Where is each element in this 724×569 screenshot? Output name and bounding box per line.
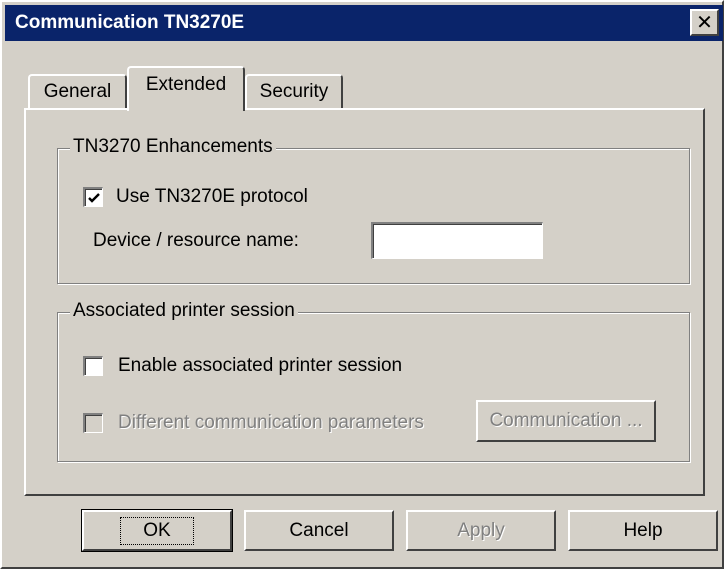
checkmark-icon: [87, 192, 100, 203]
tab-security[interactable]: Security: [245, 74, 343, 108]
enable-printer-label: Enable associated printer session: [118, 355, 403, 376]
group-tn3270-enhancements-label: TN3270 Enhancements: [70, 136, 276, 158]
enable-printer-checkbox[interactable]: [83, 356, 103, 376]
enable-printer-row[interactable]: Enable associated printer session: [83, 355, 402, 377]
help-button-label: Help: [623, 519, 663, 541]
group-associated-printer-label: Associated printer session: [70, 300, 298, 322]
ok-button[interactable]: OK: [81, 509, 233, 552]
use-tn3270e-checkbox[interactable]: [83, 187, 103, 207]
different-params-label: Different communication parameters: [118, 412, 424, 433]
use-tn3270e-row[interactable]: Use TN3270E protocol: [83, 186, 308, 208]
help-button[interactable]: Help: [568, 510, 718, 551]
tab-extended[interactable]: Extended: [127, 66, 245, 111]
different-params-row[interactable]: Different communication parameters: [83, 412, 424, 434]
dialog-window: Communication TN3270E ✕ General Extended…: [0, 0, 724, 569]
different-params-checkbox[interactable]: [83, 413, 103, 433]
tab-general-label: General: [43, 81, 112, 102]
tab-panel-extended: TN3270 Enhancements Use TN3270E protocol…: [24, 108, 705, 496]
apply-button[interactable]: Apply: [406, 510, 556, 551]
device-resource-label: Device / resource name:: [93, 230, 299, 251]
tab-general[interactable]: General: [28, 74, 127, 108]
tab-extended-label: Extended: [145, 73, 227, 95]
close-icon: ✕: [696, 11, 713, 34]
tab-security-label: Security: [259, 81, 329, 102]
use-tn3270e-label: Use TN3270E protocol: [116, 186, 308, 207]
device-resource-input[interactable]: [371, 222, 543, 259]
apply-button-label: Apply: [457, 519, 505, 541]
communication-button-label: Communication ...: [489, 410, 643, 431]
close-button[interactable]: ✕: [690, 9, 719, 36]
communication-button[interactable]: Communication ...: [476, 400, 656, 442]
ok-button-label: OK: [120, 516, 194, 545]
title-bar[interactable]: Communication TN3270E ✕: [5, 5, 723, 41]
group-tn3270-enhancements: [57, 148, 690, 284]
cancel-button[interactable]: Cancel: [244, 510, 394, 551]
cancel-button-label: Cancel: [289, 519, 349, 541]
window-title: Communication TN3270E: [15, 12, 245, 33]
